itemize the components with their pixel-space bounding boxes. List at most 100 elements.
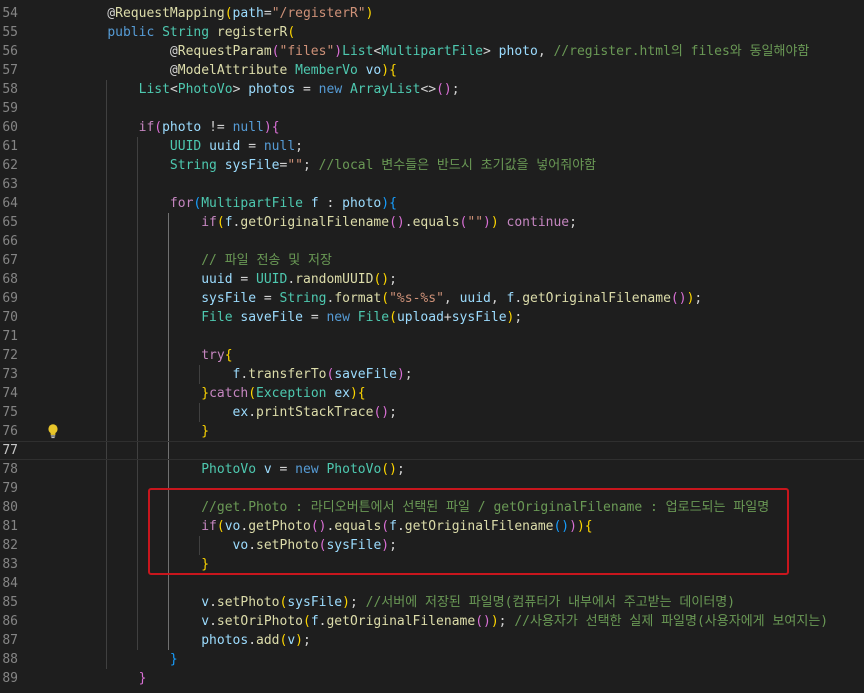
code-token: =	[240, 139, 264, 154]
code-token: )	[349, 386, 358, 401]
line-number: 55	[2, 25, 18, 40]
code-token: v	[201, 595, 210, 610]
line-number: 76	[2, 424, 18, 439]
line-number: 70	[2, 310, 18, 325]
code-token: @	[76, 44, 178, 59]
code-token: //local 변수들은 반드시 초기값을 넣어줘야함	[318, 158, 597, 173]
code-token: >	[483, 44, 499, 59]
code-token: (	[216, 215, 225, 230]
code-token: new	[295, 462, 327, 477]
line-number: 56	[2, 44, 18, 59]
code-line[interactable]: 65 if(f.getOriginalFilename().equals("")…	[0, 213, 864, 232]
code-token: vo	[365, 63, 382, 78]
code-line[interactable]: 61 UUID uuid = null;	[0, 137, 864, 156]
code-token: )	[334, 44, 343, 59]
code-line[interactable]: 73 f.transferTo(saveFile);	[0, 365, 864, 384]
code-token: (	[248, 386, 257, 401]
line-code: public String registerR(	[76, 23, 295, 42]
code-token: .	[514, 291, 523, 306]
code-line[interactable]: 58 List<PhotoVo> photos = new ArrayList<…	[0, 80, 864, 99]
code-token: (	[287, 25, 296, 40]
code-line[interactable]: 62 String sysFile=""; //local 변수들은 반드시 초…	[0, 156, 864, 175]
code-line[interactable]: 72 try{	[0, 346, 864, 365]
code-line[interactable]: 76 }	[0, 422, 864, 441]
code-token: =	[263, 6, 272, 21]
code-token: v	[201, 614, 210, 629]
code-line[interactable]: 69 sysFile = String. format("%s-%s", uuid…	[0, 289, 864, 308]
line-number: 77	[2, 443, 18, 458]
code-line[interactable]: 77	[0, 441, 864, 460]
code-line[interactable]: 56 @RequestParam("files")List<MultipartF…	[0, 42, 864, 61]
code-token: ;	[396, 462, 405, 477]
code-line[interactable]: 60 if(photo != null){	[0, 118, 864, 137]
code-line[interactable]: 66	[0, 232, 864, 251]
code-line[interactable]: 54 @RequestMapping(path="/registerR")	[0, 4, 864, 23]
line-code: f.transferTo(saveFile);	[76, 365, 413, 384]
code-token: {	[357, 386, 366, 401]
line-number: 65	[2, 215, 18, 230]
line-number: 74	[2, 386, 18, 401]
code-line[interactable]: 57 @ModelAttribute MemberVo vo){	[0, 61, 864, 80]
code-token: ()	[381, 462, 397, 477]
code-line[interactable]: 70 File saveFile = new File(upload+sysFi…	[0, 308, 864, 327]
code-token: ArrayList	[349, 82, 421, 97]
code-line[interactable]: 74 }catch(Exception ex){	[0, 384, 864, 403]
line-code: }catch(Exception ex){	[76, 384, 366, 403]
code-line[interactable]: 67 // 파일 전송 및 저장	[0, 251, 864, 270]
code-token: (	[381, 291, 390, 306]
line-code: }	[76, 669, 147, 688]
code-token: PhotoVo	[201, 462, 264, 477]
code-line[interactable]: 85 v.setPhoto(sysFile); //서버에 저장된 파일명(컴퓨…	[0, 593, 864, 612]
code-token: photo	[162, 120, 202, 135]
code-token: sysFile	[201, 291, 257, 306]
code-line[interactable]: 84	[0, 574, 864, 593]
line-code: List<PhotoVo> photos = new ArrayList<>()…	[76, 80, 460, 99]
code-line[interactable]: 87 photos.add(v);	[0, 631, 864, 650]
code-token: if	[201, 215, 217, 230]
code-token: photos	[248, 82, 296, 97]
code-token: ModelAttribute	[177, 63, 296, 78]
code-token: f	[310, 196, 319, 211]
code-token: photo	[342, 196, 382, 211]
line-code: }	[76, 422, 209, 441]
line-number: 89	[2, 671, 18, 686]
code-token: MemberVo	[295, 63, 366, 78]
code-line[interactable]: 64 for(MultipartFile f : photo){	[0, 194, 864, 213]
code-token: ;	[389, 272, 397, 287]
code-token: if	[138, 120, 155, 135]
code-line[interactable]: 88 }	[0, 650, 864, 669]
code-token: f	[310, 614, 319, 629]
code-token: new	[318, 82, 350, 97]
code-line[interactable]: 63	[0, 175, 864, 194]
code-line[interactable]: 86 v.setOriPhoto(f.getOriginalFilename()…	[0, 612, 864, 631]
code-token: "%s-%s"	[389, 291, 444, 306]
code-token: File	[201, 310, 241, 325]
code-token: printStackTrace	[256, 405, 374, 420]
code-line[interactable]: 71	[0, 327, 864, 346]
code-editor[interactable]: 54 @RequestMapping(path="/registerR") 55 …	[0, 0, 864, 693]
code-token: @	[76, 6, 116, 21]
line-number: 58	[2, 82, 18, 97]
code-token: .	[209, 595, 217, 610]
code-line[interactable]: 89 }	[0, 669, 864, 688]
code-line[interactable]: 55 public String registerR(	[0, 23, 864, 42]
line-number: 72	[2, 348, 18, 363]
code-token: PhotoVo	[326, 462, 382, 477]
code-token: PhotoVo	[177, 82, 233, 97]
line-number: 82	[2, 538, 18, 553]
code-line[interactable]: 75 ex.printStackTrace();	[0, 403, 864, 422]
line-code: if(photo != null){	[76, 118, 280, 137]
code-token: ()	[475, 614, 491, 629]
lightbulb-icon[interactable]	[46, 423, 60, 439]
code-token: Exception	[256, 386, 335, 401]
code-token: }	[201, 424, 210, 439]
code-line[interactable]: 68 uuid = UUID.randomUUID();	[0, 270, 864, 289]
code-token: List	[138, 82, 170, 97]
code-line[interactable]: 78 PhotoVo v = new PhotoVo();	[0, 460, 864, 479]
code-line[interactable]: 59	[0, 99, 864, 118]
